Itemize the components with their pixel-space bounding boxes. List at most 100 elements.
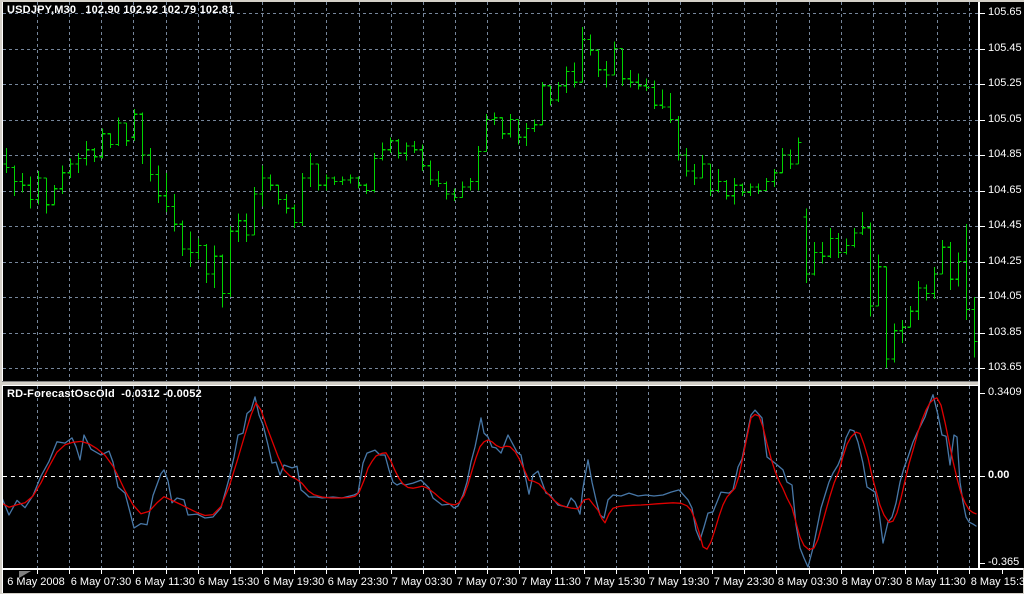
- indicator-name-label: RD-ForecastOscOld: [7, 388, 115, 400]
- ohlc-bar: [796, 137, 802, 164]
- ohlc-bar: [404, 143, 410, 161]
- ohlc-bar: [724, 180, 730, 200]
- ohlc-bar: [164, 173, 170, 212]
- ohlc-bar: [828, 228, 834, 258]
- price-axis-label: 105.65: [988, 6, 1022, 18]
- ohlc-bar: [636, 73, 642, 89]
- axis-tick-mark: [980, 476, 985, 477]
- ohlc-bar: [916, 281, 922, 320]
- time-axis-label: 6 May 23:30: [328, 576, 389, 588]
- ohlc-bar: [500, 118, 506, 139]
- ohlc-bar: [372, 153, 378, 192]
- ohlc-bar: [604, 61, 610, 88]
- ohlc-bar: [68, 159, 74, 179]
- ohlc-bar: [852, 228, 858, 248]
- ohlc-bar: [268, 175, 274, 191]
- ohlc-bar: [700, 155, 706, 178]
- ohlc-bar: [148, 148, 154, 182]
- ohlc-bar: [788, 150, 794, 170]
- price-axis-label: 104.25: [988, 255, 1022, 267]
- price-axis-label: 104.45: [988, 219, 1022, 231]
- ohlc-bar: [124, 123, 130, 146]
- ohlc-bar: [892, 324, 898, 363]
- osc-axis-label: 0.00: [988, 469, 1009, 481]
- ohlc-bar: [956, 253, 962, 287]
- ohlc-bar: [212, 246, 218, 289]
- axis-tick-mark: [980, 333, 985, 334]
- ohlc-bar: [748, 183, 754, 195]
- ohlc-bar: [764, 178, 770, 190]
- ohlc-bar: [468, 178, 474, 190]
- time-axis-label: 8 May 07:30: [842, 576, 903, 588]
- axis-tick-mark: [980, 368, 985, 369]
- ohlc-values-label: 102.90 102.92 102.79 102.81: [85, 4, 234, 16]
- price-chart-panel[interactable]: USDJPY,M30102.90 102.92 102.79 102.81: [2, 2, 979, 381]
- ohlc-bar: [900, 320, 906, 343]
- ohlc-bar: [44, 178, 50, 214]
- ohlc-bar: [52, 185, 58, 205]
- ohlc-bar: [812, 242, 818, 276]
- time-axis-label: 6 May 07:30: [71, 576, 132, 588]
- osc-axis-label: -0.365: [988, 556, 1019, 568]
- ohlc-bar: [484, 114, 490, 151]
- indicator-values-label: -0.0312 -0.0052: [121, 388, 202, 400]
- time-axis-label: 7 May 11:30: [521, 576, 581, 588]
- ohlc-bar: [820, 242, 826, 263]
- ohlc-bar: [756, 183, 762, 194]
- axis-tick-mark: [980, 49, 985, 50]
- ohlc-bar: [308, 153, 314, 187]
- indicator-canvas[interactable]: [3, 386, 979, 568]
- price-axis[interactable]: 105.65105.45105.25105.05104.85104.65104.…: [978, 2, 1024, 568]
- time-axis[interactable]: 6 May 20086 May 07:306 May 11:306 May 15…: [2, 568, 1023, 593]
- ohlc-bar: [340, 176, 346, 185]
- ohlc-bar: [708, 164, 714, 196]
- ohlc-bar: [668, 93, 674, 123]
- ohlc-bar: [236, 214, 242, 242]
- ohlc-bar: [300, 173, 306, 226]
- ohlc-bar: [548, 86, 554, 106]
- time-axis-label: 7 May 19:30: [649, 576, 710, 588]
- ohlc-bar: [108, 134, 114, 148]
- indicator-panel[interactable]: RD-ForecastOscOld -0.0312 -0.0052: [2, 386, 979, 568]
- ohlc-bar: [228, 226, 234, 297]
- price-chart-canvas[interactable]: [3, 2, 979, 381]
- price-axis-label: 104.65: [988, 184, 1022, 196]
- price-axis-label: 105.05: [988, 113, 1022, 125]
- ohlc-bar: [452, 189, 458, 201]
- ohlc-bar: [196, 238, 202, 259]
- ohlc-bar: [28, 176, 34, 208]
- ohlc-bar: [140, 112, 146, 163]
- ohlc-bar: [204, 244, 210, 283]
- ohlc-bar: [388, 137, 394, 153]
- chart-title: USDJPY,M30102.90 102.92 102.79 102.81: [7, 4, 234, 16]
- ohlc-bar: [532, 120, 538, 132]
- ohlc-bar: [60, 166, 66, 194]
- ohlc-bar: [660, 89, 666, 109]
- price-axis-label: 104.05: [988, 290, 1022, 302]
- ohlc-bar: [868, 222, 874, 316]
- price-axis-label: 103.85: [988, 326, 1022, 338]
- ohlc-bar: [276, 185, 282, 205]
- ohlc-bar: [100, 128, 106, 158]
- ohlc-bar: [76, 153, 82, 173]
- ohlc-bar: [332, 176, 338, 185]
- ohlc-bar: [348, 175, 354, 184]
- ohlc-bar: [948, 242, 954, 290]
- time-axis-label: 7 May 07:30: [457, 576, 518, 588]
- ohlc-bar: [620, 49, 626, 86]
- ohlc-bar: [564, 66, 570, 93]
- ohlc-bar: [316, 164, 322, 191]
- ohlc-bar: [844, 238, 850, 254]
- ohlc-bar: [116, 118, 122, 146]
- mt4-chart-window: USDJPY,M30102.90 102.92 102.79 102.81 RD…: [0, 0, 1024, 594]
- ohlc-bar: [356, 176, 362, 188]
- indicator-title: RD-ForecastOscOld -0.0312 -0.0052: [7, 388, 202, 400]
- ohlc-bar: [132, 109, 138, 141]
- ohlc-bar: [476, 146, 482, 190]
- ohlc-bar: [596, 50, 602, 77]
- price-axis-label: 105.45: [988, 42, 1022, 54]
- ohlc-bar: [836, 233, 842, 258]
- axis-tick-mark: [980, 13, 985, 14]
- ohlc-bar: [260, 166, 266, 207]
- ohlc-bar: [556, 82, 562, 102]
